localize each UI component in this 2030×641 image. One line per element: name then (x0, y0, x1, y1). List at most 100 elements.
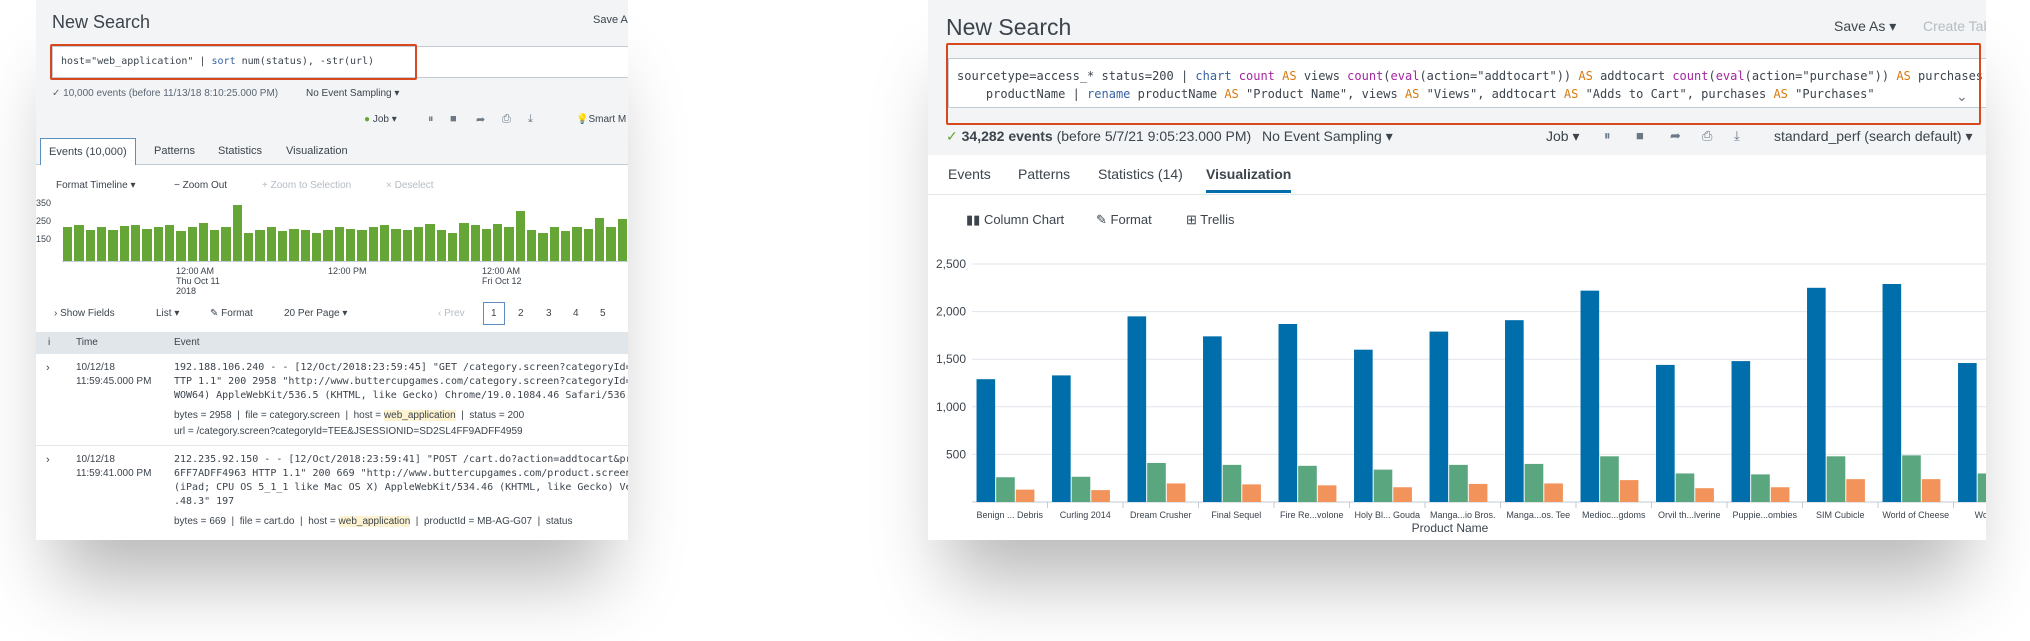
bar-addtocart[interactable] (1373, 469, 1393, 502)
bar-purchases[interactable] (1770, 487, 1790, 502)
bar-purchases[interactable] (1921, 479, 1941, 502)
sampling-dropdown[interactable]: No Event Sampling ▾ (1262, 128, 1393, 145)
bar-addtocart[interactable] (1826, 456, 1846, 502)
timeline-bar[interactable] (187, 226, 197, 261)
tab-statistics[interactable]: Statistics (218, 145, 262, 157)
bar-purchases[interactable] (1619, 480, 1639, 502)
table-row[interactable]: › 10/12/18 11:59:45.000 PM 192.188.106.2… (36, 354, 628, 446)
bar-addtocart[interactable] (1449, 464, 1468, 502)
timeline-bar[interactable] (221, 226, 231, 261)
column-chart-button[interactable]: ▮▮ Column Chart (966, 212, 1064, 228)
timeline-bar[interactable] (85, 230, 95, 261)
timeline-bar[interactable] (481, 228, 492, 261)
timeline-bar[interactable] (312, 233, 322, 261)
timeline-bar[interactable] (198, 222, 209, 261)
timeline-bar[interactable] (447, 233, 458, 261)
bar-purchases[interactable] (1846, 479, 1865, 502)
bar-purchases[interactable] (1166, 483, 1186, 502)
per-page-dropdown[interactable]: 20 Per Page ▾ (284, 308, 347, 319)
timeline-bar[interactable] (583, 228, 594, 261)
timeline-bar[interactable] (346, 228, 356, 261)
page-3-button[interactable]: 3 (546, 308, 552, 319)
show-fields-button[interactable]: › Show Fields (54, 308, 115, 319)
timeline-bar[interactable] (595, 217, 605, 261)
bar-addtocart[interactable] (1902, 455, 1921, 502)
event-url-field[interactable]: url = /category.screen?categoryId=TEE&JS… (174, 426, 523, 437)
pause-icon[interactable]: ⏸ (428, 113, 434, 126)
zoom-out-button[interactable]: − Zoom Out (174, 180, 227, 191)
timeline-bar[interactable] (425, 223, 435, 261)
bar-views[interactable] (1958, 363, 1977, 502)
bar-addtocart[interactable] (1222, 464, 1242, 502)
timeline-bar[interactable] (413, 226, 424, 261)
timeline-bar[interactable] (391, 228, 401, 261)
timeline-bar[interactable] (538, 233, 548, 261)
bar-views[interactable] (1580, 290, 1600, 502)
tab-events[interactable]: Events (948, 166, 991, 182)
timeline-bar[interactable] (210, 230, 220, 261)
smart-mode-menu[interactable]: 💡Smart M (576, 114, 626, 125)
timeline-bar[interactable] (436, 230, 446, 261)
timeline-bar[interactable] (504, 226, 514, 261)
timeline-bar[interactable] (459, 222, 469, 261)
job-menu[interactable]: Job ▾ (1546, 128, 1580, 145)
timeline-bar[interactable] (153, 226, 163, 261)
bar-addtocart[interactable] (1147, 462, 1166, 502)
tab-patterns[interactable]: Patterns (154, 145, 195, 157)
column-chart[interactable]: 500 1,000 1,500 2,000 2,500 Benign ... Debris… (928, 240, 1986, 540)
timeline-chart[interactable] (62, 200, 628, 262)
pause-icon[interactable]: ⏸ (1604, 128, 1611, 144)
bar-addtocart[interactable] (1751, 474, 1770, 502)
tab-visualization[interactable]: Visualization (1206, 166, 1292, 193)
timeline-bar[interactable] (176, 231, 186, 261)
bar-purchases[interactable] (1242, 484, 1261, 502)
bar-views[interactable] (976, 379, 996, 502)
timeline-bar[interactable] (606, 226, 616, 261)
zoom-to-selection-button[interactable]: + Zoom to Selection (262, 180, 351, 191)
bar-views[interactable] (1656, 364, 1675, 502)
bar-views[interactable] (1354, 349, 1373, 502)
event-fields[interactable]: bytes = 669 | file = cart.do | host = we… (174, 516, 573, 527)
timeline-bar[interactable] (549, 226, 560, 261)
timeline-bar[interactable] (617, 218, 627, 261)
expand-row-icon[interactable]: › (46, 362, 50, 374)
page-5-button[interactable]: 5 (600, 308, 606, 319)
export-icon[interactable]: ⤓ (1734, 128, 1740, 144)
bar-addtocart[interactable] (1600, 456, 1619, 502)
print-icon[interactable]: ⎙ (1702, 128, 1712, 144)
timeline-bar[interactable] (572, 226, 582, 261)
format-button[interactable]: ✎ Format (210, 308, 253, 319)
timeline-bar[interactable] (561, 231, 571, 261)
bar-addtocart[interactable] (996, 477, 1015, 502)
timeline-bar[interactable] (300, 230, 311, 261)
bar-addtocart[interactable] (1977, 473, 1986, 502)
timeline-bar[interactable] (323, 230, 333, 261)
create-table-button[interactable]: Create Tab (1923, 18, 1986, 34)
timeline-bar[interactable] (357, 230, 367, 261)
timeline-bar[interactable] (164, 225, 175, 261)
list-dropdown[interactable]: List ▾ (156, 308, 179, 319)
bar-views[interactable] (1731, 361, 1751, 502)
bar-purchases[interactable] (1091, 490, 1110, 502)
bar-views[interactable] (1807, 287, 1826, 502)
timeline-bar[interactable] (108, 230, 118, 261)
timeline-bar[interactable] (266, 226, 277, 261)
timeline-bar[interactable] (63, 226, 73, 261)
timeline-bar[interactable] (493, 223, 503, 261)
page-4-button[interactable]: 4 (573, 308, 579, 319)
timeline-bar[interactable] (119, 226, 129, 261)
bar-purchases[interactable] (1015, 489, 1035, 502)
bar-views[interactable] (1052, 375, 1071, 502)
timeline-bar[interactable] (289, 228, 299, 261)
save-as-button[interactable]: Save A (593, 14, 628, 26)
timeline-bar[interactable] (96, 226, 107, 261)
format-button[interactable]: ✎ Format (1096, 212, 1152, 228)
job-menu[interactable]: ● Job ▾ (364, 114, 397, 125)
timeline-bar[interactable] (515, 211, 526, 261)
timeline-bar[interactable] (527, 230, 537, 261)
bar-purchases[interactable] (1317, 485, 1337, 502)
tab-statistics[interactable]: Statistics (14) (1098, 166, 1183, 182)
timeline-bar[interactable] (255, 230, 265, 261)
prev-page-button[interactable]: ‹ Prev (438, 308, 465, 319)
sampling-dropdown[interactable]: No Event Sampling ▾ (306, 88, 399, 99)
